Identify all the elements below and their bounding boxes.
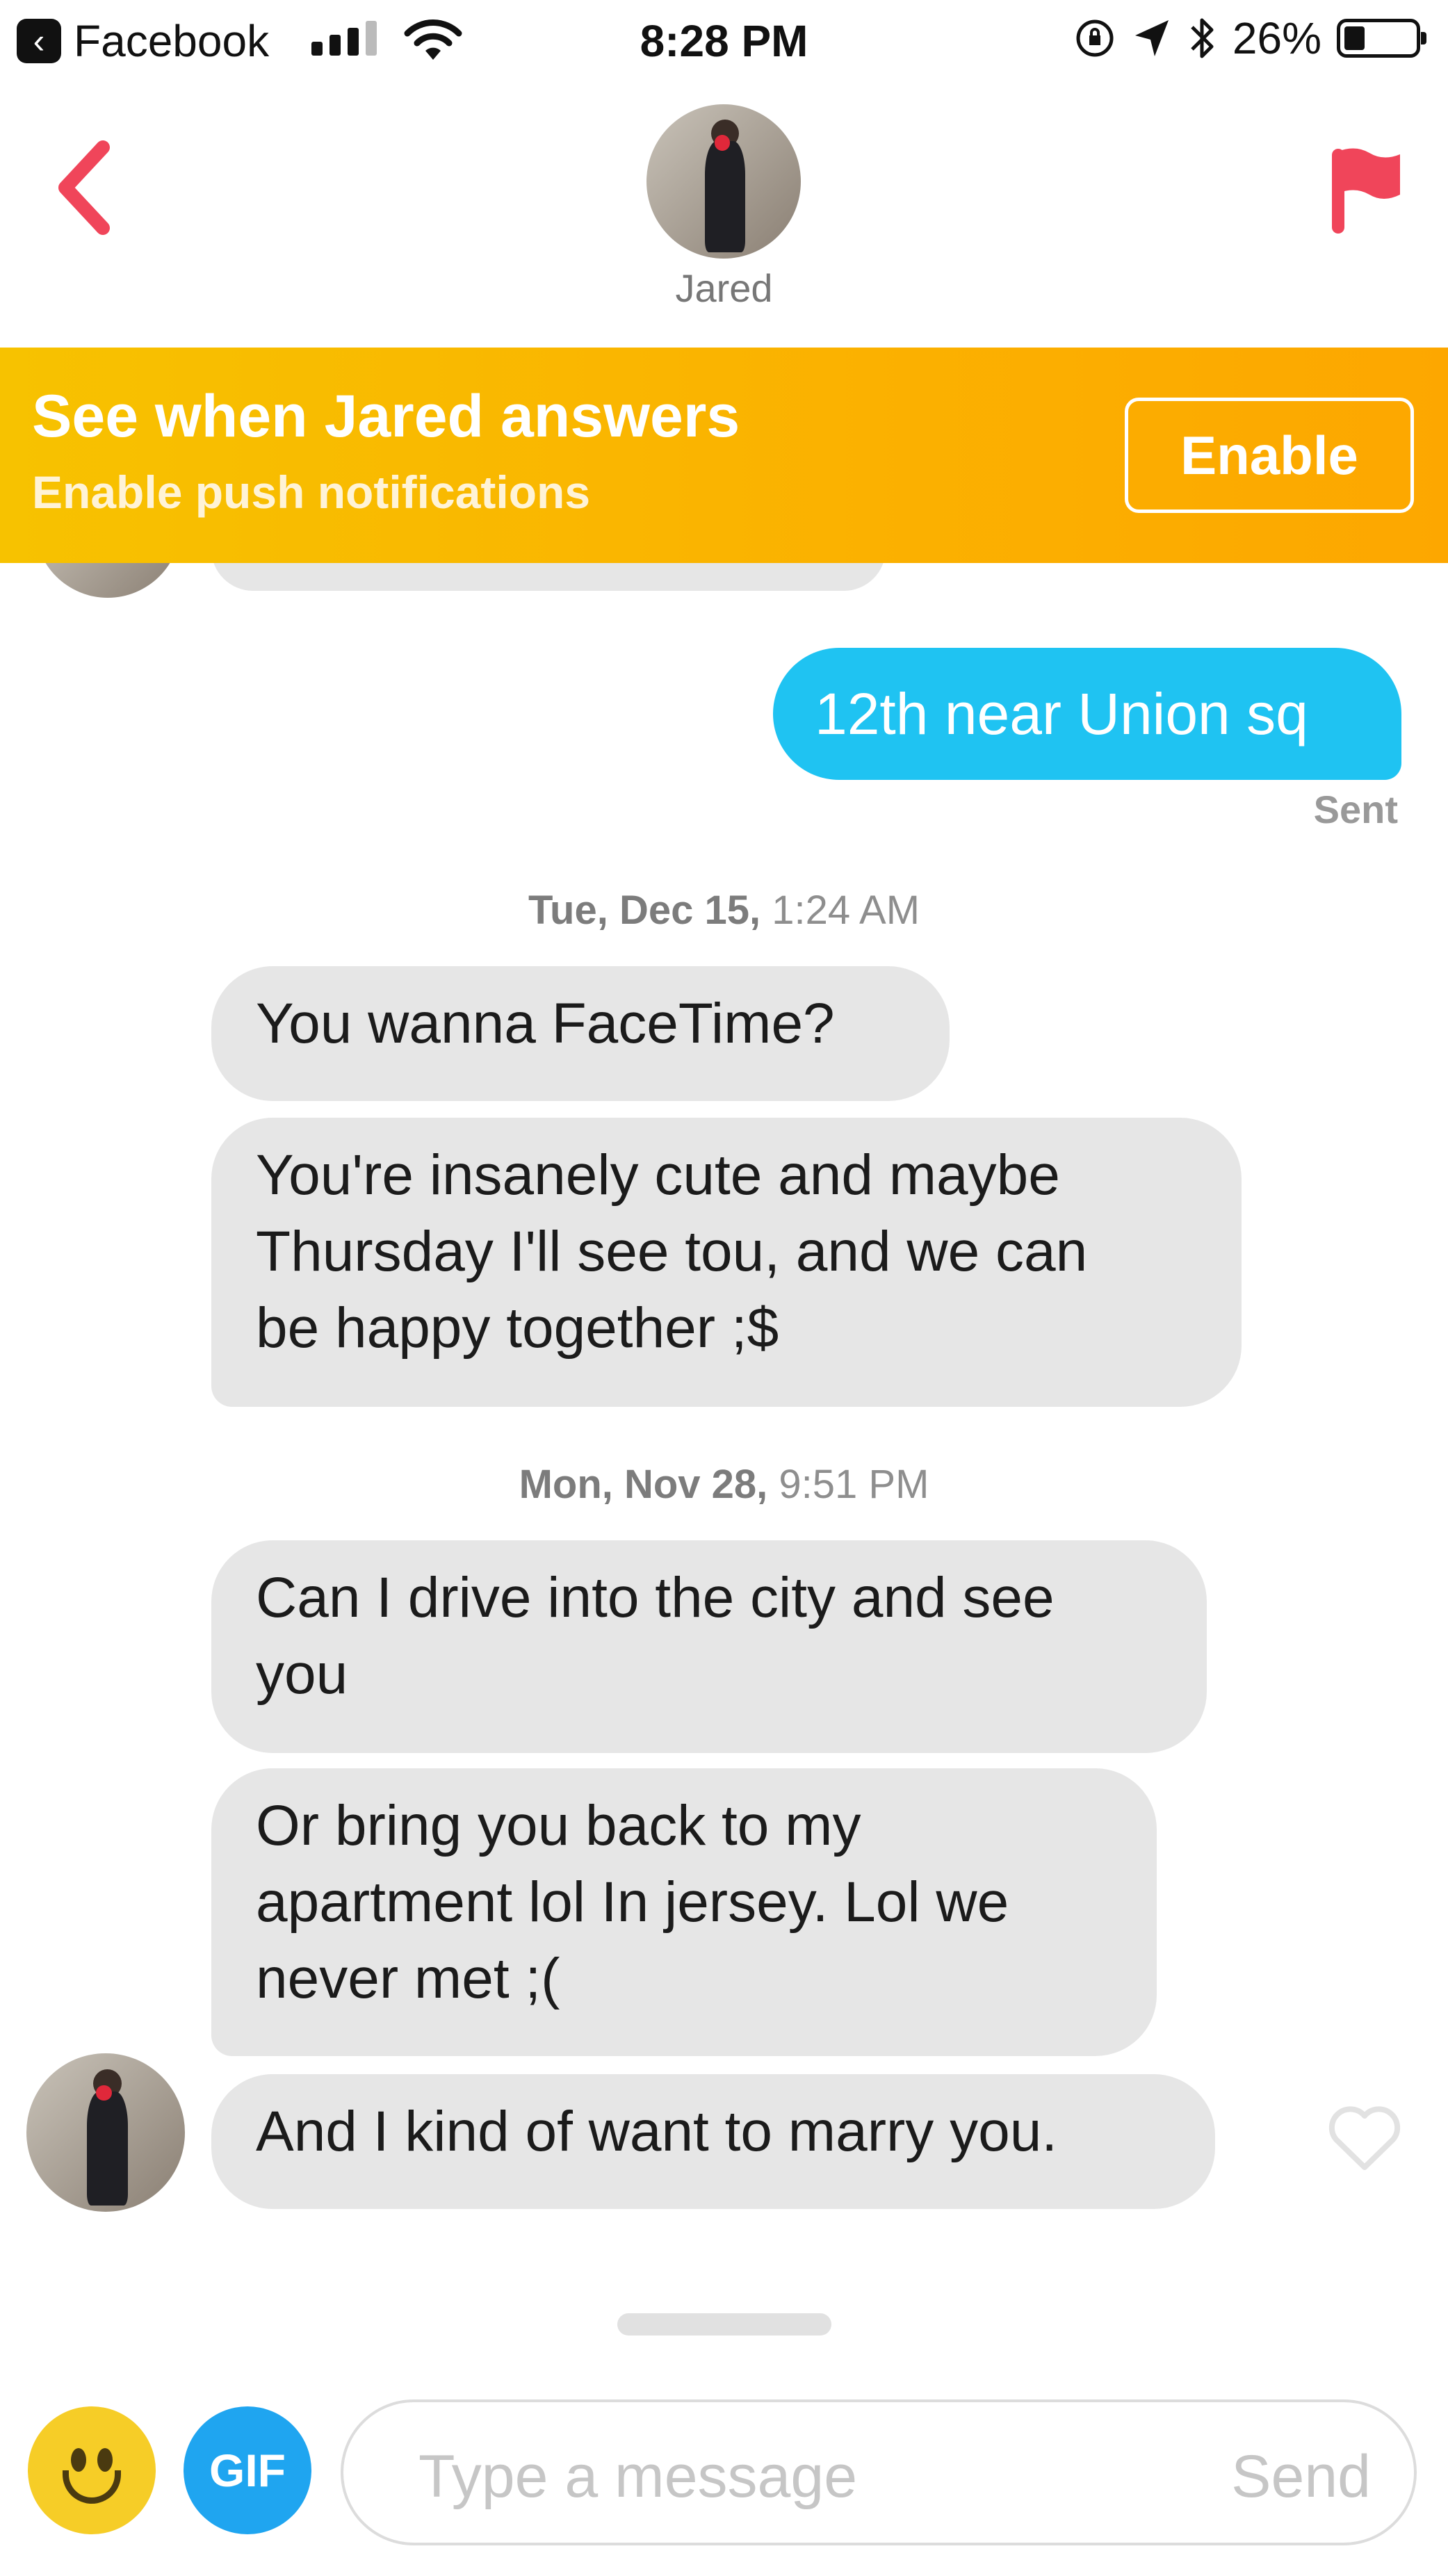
like-heart-icon[interactable]	[1326, 2103, 1403, 2173]
battery-icon	[1337, 19, 1426, 58]
bluetooth-icon	[1191, 18, 1214, 58]
sender-avatar[interactable]	[26, 2053, 185, 2212]
chat-screen: ‹ Facebook 8:28 PM 26% Jared See when Ja…	[0, 0, 1448, 2576]
status-right: 26%	[1073, 13, 1426, 64]
location-arrow-icon	[1134, 20, 1169, 56]
incoming-message[interactable]: Or bring you back to my apartment lol In…	[211, 1768, 1157, 2056]
outgoing-message[interactable]: 12th near Union sq	[773, 648, 1401, 780]
message-input[interactable]: Type a message Send	[341, 2399, 1417, 2545]
contact-avatar[interactable]	[646, 104, 801, 259]
battery-percent: 26%	[1232, 13, 1321, 63]
report-flag-icon[interactable]	[1328, 145, 1404, 235]
incoming-message[interactable]: You're insanely cute and maybe Thursday …	[211, 1118, 1242, 1407]
emoji-button[interactable]	[28, 2406, 156, 2534]
smiley-icon	[71, 2448, 86, 2472]
drawer-handle[interactable]	[617, 2313, 831, 2335]
send-button[interactable]: Send	[1231, 2443, 1371, 2511]
rotation-lock-icon	[1076, 19, 1114, 57]
contact-name[interactable]: Jared	[0, 266, 1448, 311]
incoming-message[interactable]: You wanna FaceTime?	[211, 966, 950, 1101]
incoming-message[interactable]: And I kind of want to marry you.	[211, 2074, 1215, 2209]
message-status: Sent	[1313, 788, 1398, 831]
back-button[interactable]	[53, 139, 115, 236]
timestamp: Tue, Dec 15, 1:24 AM	[528, 888, 920, 933]
incoming-message[interactable]: Can I drive into the city and see you	[211, 1540, 1207, 1753]
push-notification-banner: See when Jared answers Enable push notif…	[0, 348, 1448, 563]
status-bar: ‹ Facebook 8:28 PM 26%	[0, 0, 1448, 78]
banner-subtitle: Enable push notifications	[32, 466, 591, 518]
message-placeholder: Type a message	[418, 2443, 858, 2510]
gif-button[interactable]: GIF	[184, 2406, 311, 2534]
timestamp: Mon, Nov 28, 9:51 PM	[519, 1462, 929, 1507]
enable-notifications-button[interactable]: Enable	[1125, 398, 1414, 513]
banner-title: See when Jared answers	[32, 383, 740, 450]
